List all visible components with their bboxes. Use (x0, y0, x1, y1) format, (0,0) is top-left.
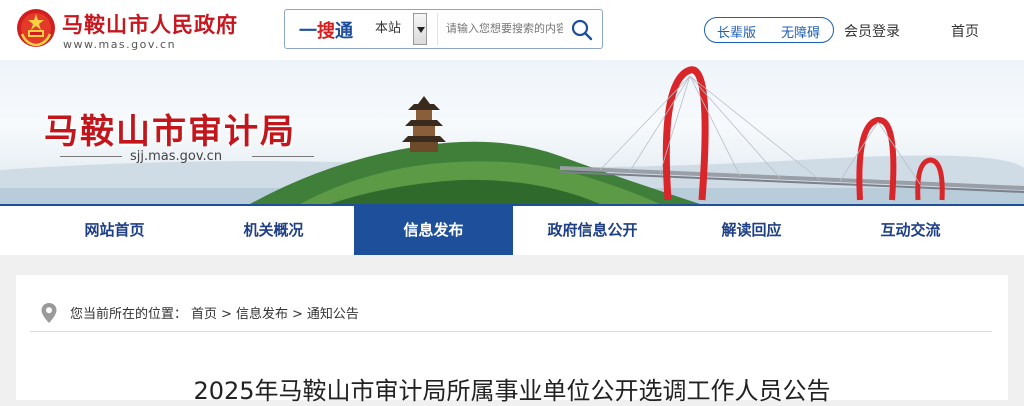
display-mode-switch: 长辈版 无障碍 (704, 17, 834, 43)
site-title[interactable]: 马鞍山市审计局 (44, 104, 296, 153)
logo-main: 搜 (317, 21, 335, 42)
nav-item-0[interactable]: 网站首页 (35, 206, 194, 255)
divider (30, 331, 992, 332)
breadcrumb-notices[interactable]: 通知公告 (307, 307, 359, 322)
government-url: www.mas.gov.cn (63, 38, 177, 51)
logo-suffix: 通 (335, 21, 353, 42)
chevron-down-icon[interactable] (413, 13, 427, 45)
logo-prefix: 一 (299, 21, 317, 42)
breadcrumb-home[interactable]: 首页 (191, 307, 217, 322)
content-panel: 您当前所在的位置： 首页 > 信息发布 > 通知公告 2025年马鞍山市审计局所属事业单位… (16, 275, 1008, 405)
breadcrumb-info[interactable]: 信息发布 (236, 307, 288, 322)
site-url: sjj.mas.gov.cn (130, 149, 223, 164)
nav-item-3[interactable]: 政府信息公开 (513, 206, 672, 255)
national-emblem-icon (17, 9, 55, 47)
search-input[interactable] (437, 13, 563, 45)
breadcrumb-separator: > (291, 307, 303, 322)
breadcrumb-prefix: 您当前所在的位置： (70, 307, 188, 322)
home-link[interactable]: 首页 (951, 21, 979, 41)
search-box: 一搜通 本站 (284, 9, 603, 49)
nav-item-1[interactable]: 机关概况 (194, 206, 353, 255)
search-scope-select[interactable]: 本站 (371, 13, 427, 45)
breadcrumb: 您当前所在的位置： 首页 > 信息发布 > 通知公告 (70, 303, 363, 322)
nav-item-5[interactable]: 互动交流 (831, 206, 990, 255)
member-login-link[interactable]: 会员登录 (844, 21, 900, 41)
url-divider-left (60, 156, 122, 157)
top-bar: 马鞍山市人民政府 www.mas.gov.cn 一搜通 本站 长辈版 无障碍 会… (0, 0, 1024, 60)
url-divider-right (252, 156, 314, 157)
location-pin-icon (41, 303, 57, 323)
main-nav: 网站首页 机关概况 信息发布 政府信息公开 解读回应 互动交流 (0, 204, 1024, 255)
accessibility-link[interactable]: 无障碍 (781, 22, 820, 41)
government-name[interactable]: 马鞍山市人民政府 (62, 9, 238, 39)
elder-mode-link[interactable]: 长辈版 (717, 22, 756, 41)
nav-item-2[interactable]: 信息发布 (354, 206, 513, 255)
breadcrumb-separator: > (221, 307, 232, 322)
search-icon[interactable] (570, 18, 594, 42)
search-scope-value: 本站 (375, 21, 402, 36)
article-title: 2025年马鞍山市审计局所属事业单位公开选调工作人员公告 (193, 377, 831, 405)
site-banner: 马鞍山市审计局 sjj.mas.gov.cn (0, 60, 1024, 204)
yisoutong-logo: 一搜通 (299, 17, 353, 43)
nav-item-4[interactable]: 解读回应 (672, 206, 831, 255)
